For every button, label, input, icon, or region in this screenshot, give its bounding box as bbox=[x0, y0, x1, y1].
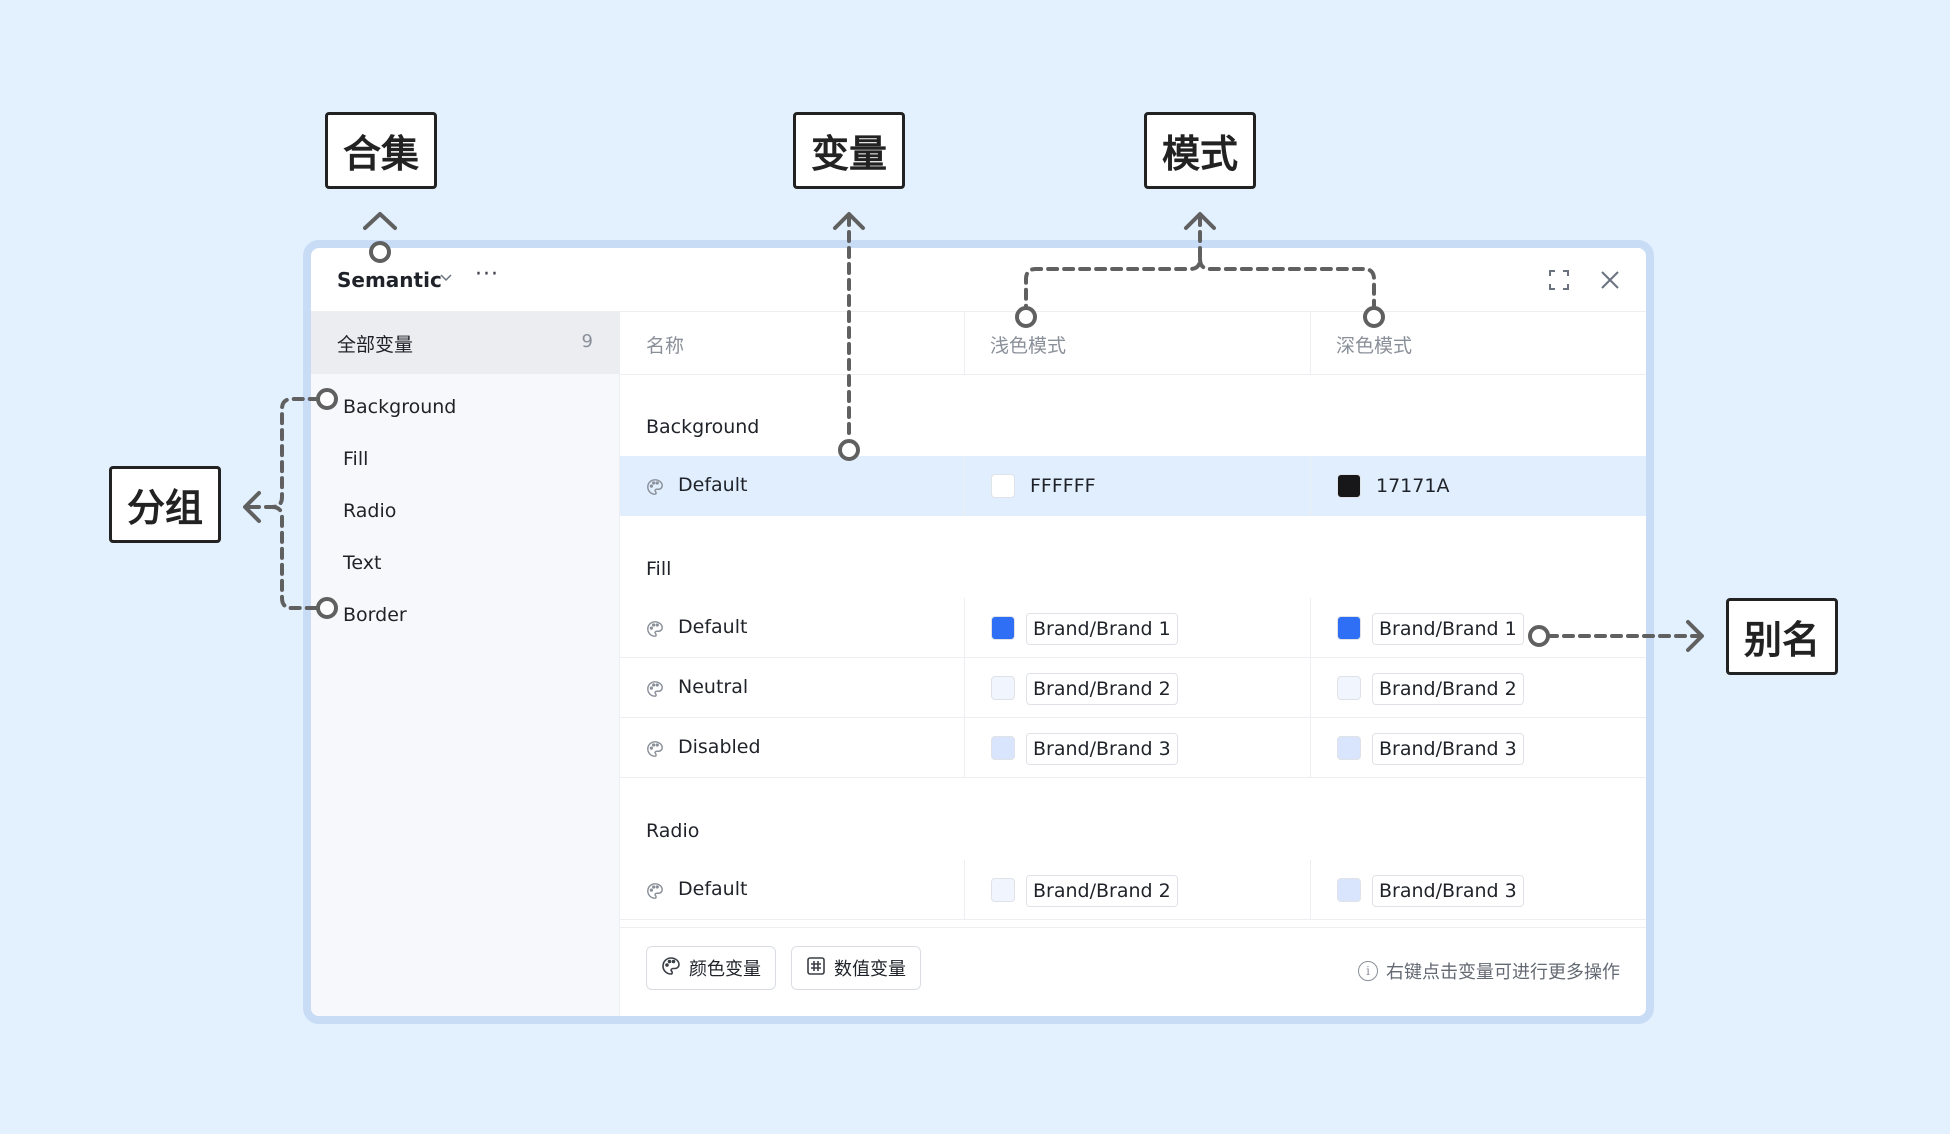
hex-value[interactable]: FFFFFF bbox=[1030, 475, 1096, 497]
sidebar-all-count: 9 bbox=[581, 331, 593, 352]
callout-variable: 变量 bbox=[793, 112, 905, 189]
info-icon: i bbox=[1358, 961, 1378, 981]
color-swatch[interactable] bbox=[1337, 474, 1361, 498]
alias-chip[interactable]: Brand/Brand 3 bbox=[1026, 733, 1178, 765]
column-divider bbox=[964, 456, 965, 516]
variable-row[interactable]: Neutral Brand/Brand 2 Brand/Brand 2 bbox=[620, 658, 1646, 718]
variables-table: 名称 浅色模式 深色模式 Background Default FFFFFF 171… bbox=[620, 312, 1646, 1016]
collection-name[interactable]: Semantic bbox=[337, 268, 442, 292]
group-header: Background bbox=[646, 416, 760, 438]
header-light-mode[interactable]: 浅色模式 bbox=[990, 331, 1066, 358]
add-number-variable-label: 数值变量 bbox=[834, 959, 906, 980]
light-mode-value[interactable]: Brand/Brand 2 bbox=[964, 658, 1310, 718]
title-bar: Semantic ··· bbox=[311, 248, 1646, 312]
column-divider bbox=[1310, 860, 1311, 920]
callout-alias: 别名 bbox=[1726, 598, 1838, 675]
group-header: Radio bbox=[646, 820, 700, 842]
palette-icon bbox=[646, 680, 664, 698]
add-number-variable-button[interactable]: 数值变量 bbox=[791, 946, 921, 990]
alias-chip[interactable]: Brand/Brand 2 bbox=[1026, 673, 1178, 705]
add-color-variable-button[interactable]: 颜色变量 bbox=[646, 946, 776, 990]
dark-mode-value[interactable]: Brand/Brand 3 bbox=[1310, 860, 1646, 920]
footer: 颜色变量 数值变量 i 右键点击变量可进行更多操作 bbox=[620, 927, 1646, 1016]
variable-name[interactable]: Default bbox=[678, 474, 747, 496]
color-swatch[interactable] bbox=[1337, 676, 1361, 700]
column-divider bbox=[964, 718, 965, 778]
color-swatch[interactable] bbox=[991, 878, 1015, 902]
sidebar: 全部变量 9 Background Fill Radio Text Border bbox=[311, 312, 620, 1016]
palette-icon bbox=[646, 478, 664, 496]
color-swatch[interactable] bbox=[991, 474, 1015, 498]
callout-collection: 合集 bbox=[325, 112, 437, 189]
alias-chip[interactable]: Brand/Brand 1 bbox=[1372, 613, 1524, 645]
column-divider bbox=[1310, 598, 1311, 658]
alias-chip[interactable]: Brand/Brand 3 bbox=[1372, 733, 1524, 765]
column-divider bbox=[964, 598, 965, 658]
variable-row[interactable]: Disabled Brand/Brand 3 Brand/Brand 3 bbox=[620, 718, 1646, 778]
add-color-variable-label: 颜色变量 bbox=[689, 959, 761, 980]
column-divider bbox=[1310, 456, 1311, 516]
variable-row[interactable]: Default Brand/Brand 1 Brand/Brand 1 bbox=[620, 598, 1646, 658]
palette-icon bbox=[646, 620, 664, 638]
alias-chip[interactable]: Brand/Brand 2 bbox=[1372, 673, 1524, 705]
dark-mode-value[interactable]: Brand/Brand 3 bbox=[1310, 718, 1646, 778]
sidebar-item-text[interactable]: Text bbox=[343, 552, 381, 574]
arrow-right-icon bbox=[1686, 620, 1704, 652]
variable-name[interactable]: Disabled bbox=[678, 736, 761, 758]
column-divider bbox=[1310, 658, 1311, 718]
palette-icon bbox=[661, 956, 681, 981]
header-dark-mode[interactable]: 深色模式 bbox=[1336, 331, 1412, 358]
close-icon[interactable] bbox=[1598, 268, 1622, 292]
color-swatch[interactable] bbox=[991, 676, 1015, 700]
hint: i 右键点击变量可进行更多操作 bbox=[1358, 958, 1620, 984]
variable-name[interactable]: Default bbox=[678, 616, 747, 638]
dark-mode-value[interactable]: 17171A bbox=[1310, 456, 1646, 516]
callout-mode: 模式 bbox=[1144, 112, 1256, 189]
alias-chip[interactable]: Brand/Brand 1 bbox=[1026, 613, 1178, 645]
expand-icon[interactable] bbox=[1547, 268, 1571, 292]
sidebar-item-background[interactable]: Background bbox=[343, 396, 456, 418]
variables-panel: Semantic ··· 全部变量 9 Background Fill Radi… bbox=[303, 240, 1654, 1024]
palette-icon bbox=[646, 882, 664, 900]
chevron-down-icon[interactable] bbox=[439, 270, 453, 288]
dark-mode-value[interactable]: Brand/Brand 2 bbox=[1310, 658, 1646, 718]
more-button[interactable]: ··· bbox=[475, 262, 499, 287]
alias-chip[interactable]: Brand/Brand 3 bbox=[1372, 875, 1524, 907]
sidebar-item-all-variables[interactable]: 全部变量 9 bbox=[311, 312, 619, 374]
color-swatch[interactable] bbox=[991, 736, 1015, 760]
alias-chip[interactable]: Brand/Brand 2 bbox=[1026, 875, 1178, 907]
light-mode-value[interactable]: Brand/Brand 2 bbox=[964, 860, 1310, 920]
table-header: 名称 浅色模式 深色模式 bbox=[620, 312, 1646, 375]
sidebar-item-radio[interactable]: Radio bbox=[343, 500, 396, 522]
variable-row[interactable]: Default FFFFFF 17171A bbox=[620, 456, 1646, 516]
palette-icon bbox=[646, 740, 664, 758]
light-mode-value[interactable]: Brand/Brand 1 bbox=[964, 598, 1310, 658]
dark-mode-value[interactable]: Brand/Brand 1 bbox=[1310, 598, 1646, 658]
column-divider bbox=[964, 860, 965, 920]
arrow-left-icon bbox=[243, 491, 261, 523]
color-swatch[interactable] bbox=[991, 616, 1015, 640]
variable-name[interactable]: Default bbox=[678, 878, 747, 900]
column-divider bbox=[1310, 718, 1311, 778]
arrow-up-icon bbox=[1184, 212, 1216, 230]
variable-row[interactable]: Default Brand/Brand 2 Brand/Brand 3 bbox=[620, 860, 1646, 920]
column-divider bbox=[964, 658, 965, 718]
color-swatch[interactable] bbox=[1337, 616, 1361, 640]
light-mode-value[interactable]: FFFFFF bbox=[964, 456, 1310, 516]
group-header: Fill bbox=[646, 558, 672, 580]
hash-icon bbox=[806, 956, 826, 981]
hint-text: 右键点击变量可进行更多操作 bbox=[1386, 962, 1620, 983]
light-mode-value[interactable]: Brand/Brand 3 bbox=[964, 718, 1310, 778]
header-name: 名称 bbox=[646, 335, 685, 357]
hex-value[interactable]: 17171A bbox=[1376, 475, 1449, 497]
color-swatch[interactable] bbox=[1337, 878, 1361, 902]
variable-name[interactable]: Neutral bbox=[678, 676, 748, 698]
sidebar-item-border[interactable]: Border bbox=[343, 604, 407, 626]
arrow-up-icon bbox=[363, 212, 397, 230]
color-swatch[interactable] bbox=[1337, 736, 1361, 760]
sidebar-item-fill[interactable]: Fill bbox=[343, 448, 368, 470]
callout-group: 分组 bbox=[109, 466, 221, 543]
sidebar-all-label: 全部变量 bbox=[337, 334, 414, 356]
arrow-up-icon bbox=[833, 212, 865, 230]
